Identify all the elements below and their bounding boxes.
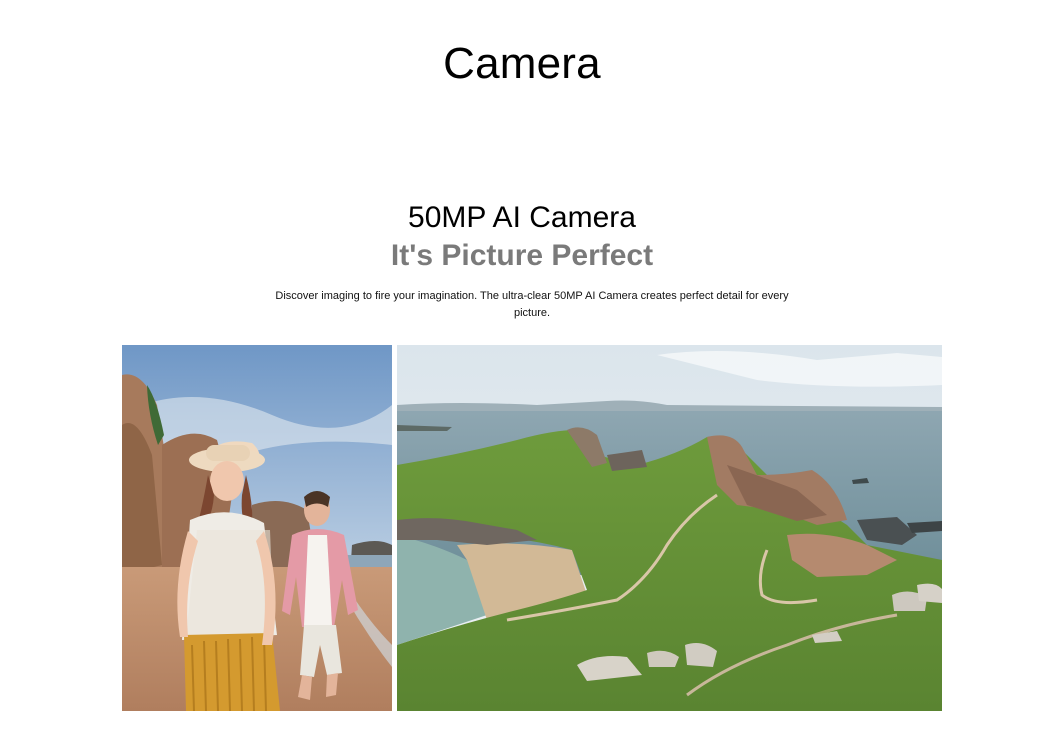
portrait-photo-illustration [122,345,392,711]
landscape-photo-illustration [397,345,942,711]
coastal-cliff-landscape-photo [397,345,942,711]
section-title: Camera [443,39,601,88]
portrait-couple-beach-photo [122,345,392,711]
feature-headline: 50MP AI Camera [408,201,636,234]
feature-subheadline: It's Picture Perfect [390,239,654,272]
feature-description: Discover imaging to fire your imaginatio… [275,290,789,319]
